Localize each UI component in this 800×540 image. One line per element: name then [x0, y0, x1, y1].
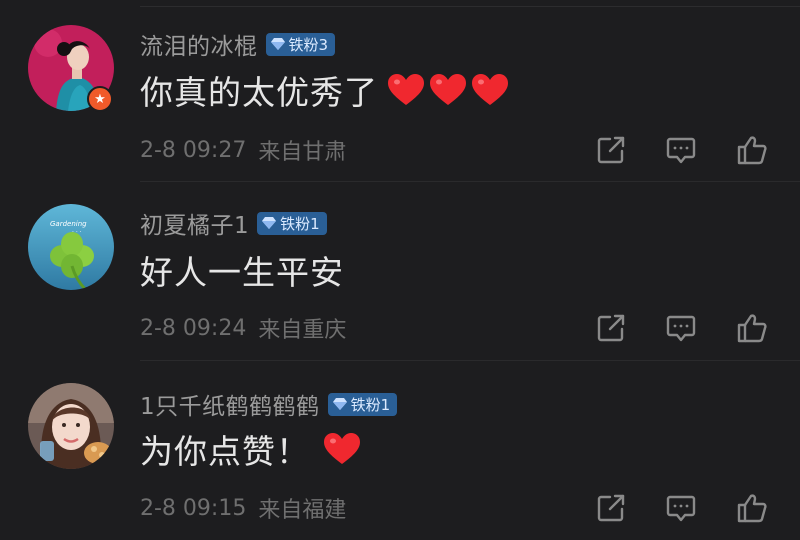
share-button[interactable] — [590, 487, 632, 529]
reply-button[interactable] — [660, 307, 702, 349]
reply-button[interactable] — [660, 487, 702, 529]
red-heart-icon — [388, 74, 424, 106]
clover-avatar: Gardening · · · — [28, 204, 114, 290]
comment-item: Gardening · · · 初夏橘子1 铁粉1 好人一生平安 2-8 09:… — [0, 182, 800, 360]
red-heart-icon — [430, 74, 466, 106]
diamond-icon — [332, 398, 347, 410]
diamond-icon — [270, 38, 285, 50]
diamond-icon — [262, 217, 277, 229]
fan-badge-label: 铁粉1 — [350, 395, 391, 414]
comment-meta: 2-8 09:24 来自重庆 — [140, 311, 346, 345]
comment-body: 好人一生平安 — [140, 253, 344, 292]
comment-item: ★ 流泪的冰棍 铁粉3 你真的太优秀了 2-8 09:27 来自甘肃 — [0, 0, 800, 180]
comment-date: 2-8 09:15 — [140, 495, 247, 521]
like-button[interactable] — [731, 307, 773, 349]
comment-meta: 2-8 09:15 来自福建 — [140, 491, 346, 525]
comment-meta: 2-8 09:27 来自甘肃 — [140, 133, 346, 167]
comment-body: 你真的太优秀了 — [140, 73, 378, 112]
svg-text:· · ·: · · · — [72, 229, 82, 236]
comment-text: 为你点赞！ — [140, 425, 360, 473]
username[interactable]: 初夏橘子1 — [140, 206, 249, 240]
reply-button[interactable] — [660, 129, 702, 171]
username-line: 1只千纸鹤鹤鹤鹤 铁粉1 — [140, 387, 398, 421]
red-heart-icon — [324, 433, 360, 465]
reply-icon — [666, 137, 696, 164]
comment-text: 你真的太优秀了 — [140, 66, 508, 114]
svg-text:Gardening: Gardening — [50, 220, 87, 228]
fan-badge[interactable]: 铁粉1 — [257, 211, 327, 235]
comment-item: 1只千纸鹤鹤鹤鹤 铁粉1 为你点赞！ 2-8 09:15 来自福建 — [0, 361, 800, 540]
username-line: 初夏橘子1 铁粉1 — [140, 206, 327, 240]
username-line: 流泪的冰棍 铁粉3 — [140, 27, 336, 61]
fan-badge[interactable]: 铁粉3 — [265, 32, 336, 56]
comment-date: 2-8 09:27 — [140, 137, 247, 163]
girl-portrait-avatar — [28, 383, 114, 469]
fan-badge-label: 铁粉3 — [288, 35, 329, 54]
like-icon — [737, 136, 767, 165]
comment-location: 来自重庆 — [258, 318, 347, 343]
fan-badge[interactable]: 铁粉1 — [327, 392, 398, 416]
star-badge-icon: ★ — [87, 86, 113, 112]
like-button[interactable] — [731, 487, 773, 529]
comment-date: 2-8 09:24 — [140, 315, 247, 341]
share-icon — [597, 494, 625, 522]
avatar[interactable]: Gardening · · · — [28, 204, 114, 290]
like-icon — [737, 314, 767, 343]
reply-icon — [666, 495, 696, 522]
share-icon — [597, 136, 625, 164]
reply-icon — [666, 315, 696, 342]
fan-badge-label: 铁粉1 — [280, 214, 320, 233]
red-heart-icon — [472, 74, 508, 106]
avatar[interactable] — [28, 383, 114, 469]
share-icon — [597, 314, 625, 342]
username[interactable]: 1只千纸鹤鹤鹤鹤 — [140, 387, 320, 421]
like-icon — [737, 494, 767, 523]
comment-text: 好人一生平安 — [140, 246, 344, 294]
like-button[interactable] — [731, 129, 773, 171]
comment-location: 来自甘肃 — [258, 140, 347, 165]
comment-body: 为你点赞！ — [140, 432, 310, 471]
share-button[interactable] — [590, 129, 632, 171]
share-button[interactable] — [590, 307, 632, 349]
username[interactable]: 流泪的冰棍 — [140, 27, 258, 61]
comment-location: 来自福建 — [258, 498, 347, 523]
